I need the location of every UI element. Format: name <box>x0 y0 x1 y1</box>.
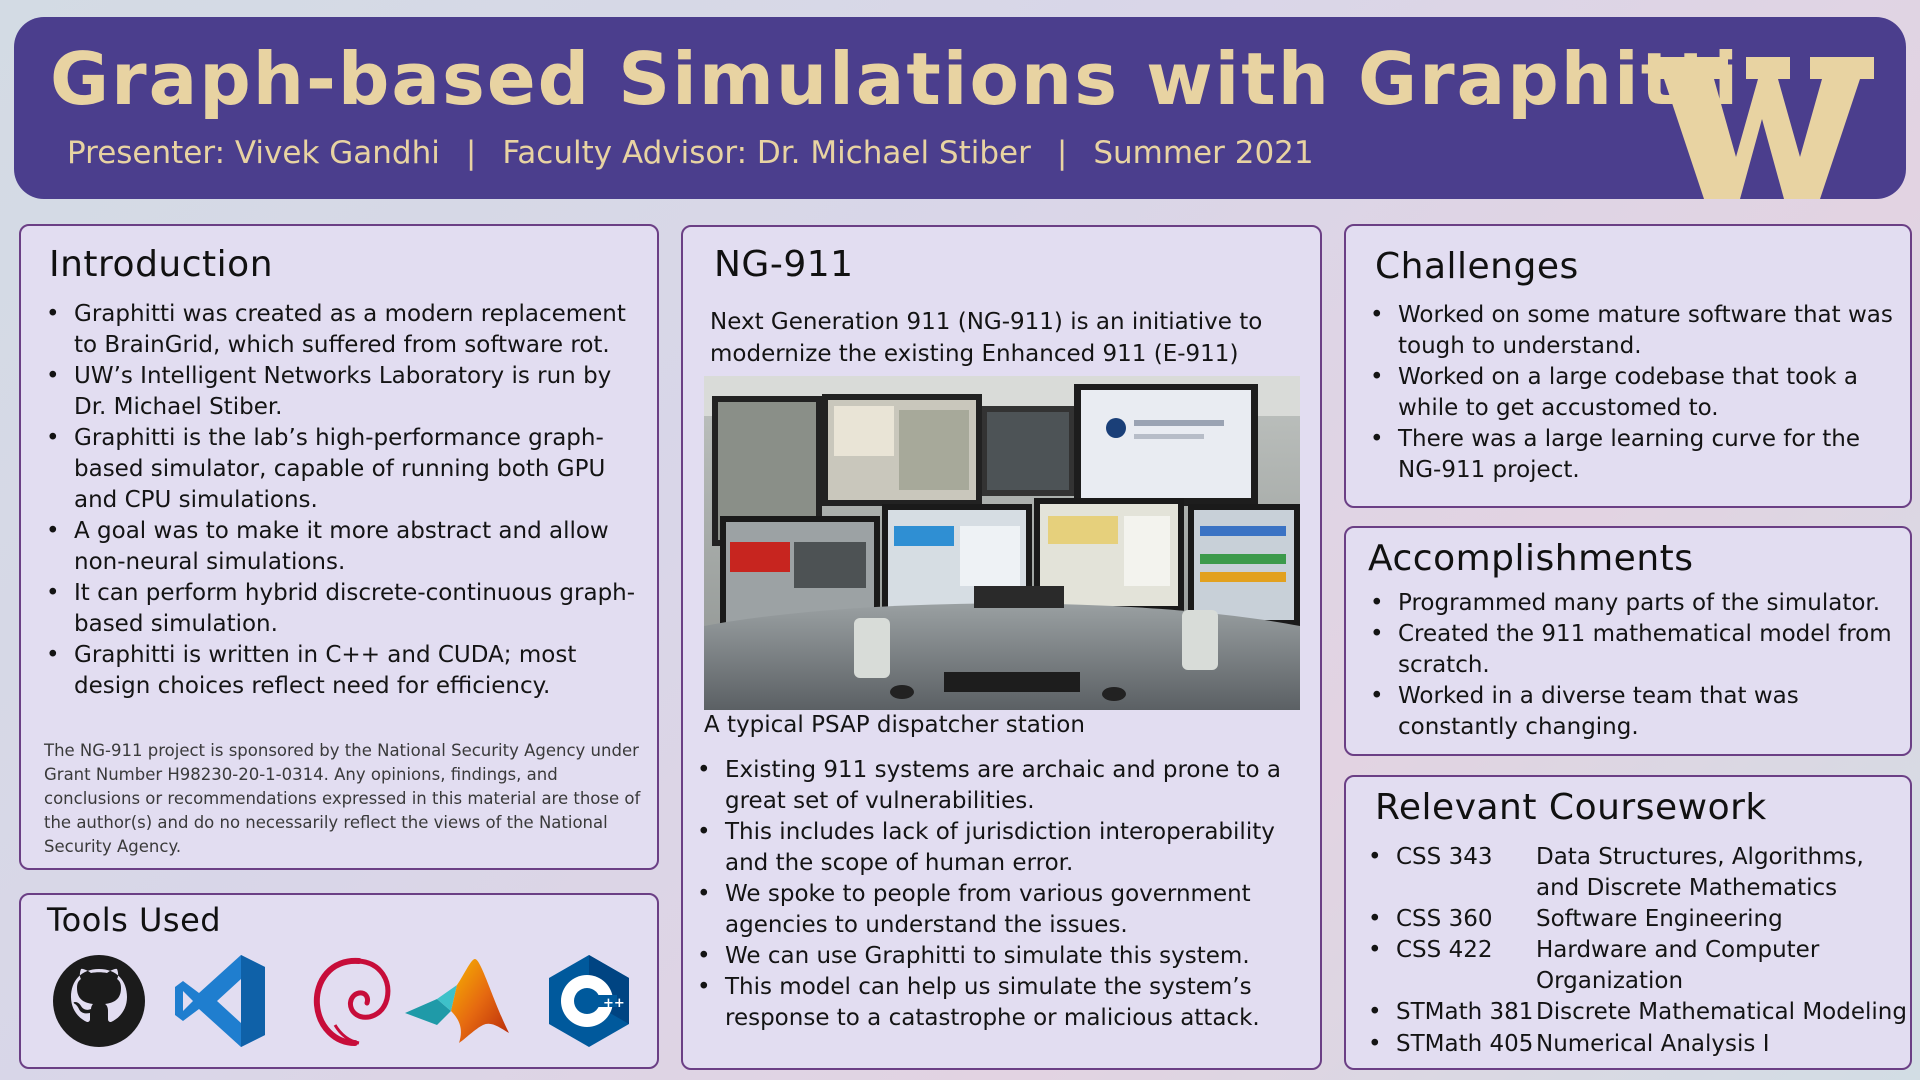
challenges-panel: Challenges Worked on some mature softwar… <box>1344 224 1912 508</box>
course-name: Software Engineering <box>1536 906 1783 932</box>
list-item: We can use Graphitti to simulate this sy… <box>695 941 1295 972</box>
ng911-list: Existing 911 systems are archaic and pro… <box>695 755 1295 1034</box>
term-text: Summer 2021 <box>1093 135 1314 171</box>
challenges-heading: Challenges <box>1375 246 1579 287</box>
ng911-panel: NG-911 Next Generation 911 (NG-911) is a… <box>681 225 1322 1070</box>
accomplishments-list: Programmed many parts of the simulator. … <box>1368 588 1898 743</box>
accomplishments-heading: Accomplishments <box>1368 538 1694 579</box>
list-item: Worked on a large codebase that took a w… <box>1368 362 1898 424</box>
svg-text:++: ++ <box>603 996 625 1011</box>
cpp-icon: ++ <box>549 955 629 1047</box>
matlab-icon <box>405 959 509 1043</box>
separator: | <box>1056 135 1068 171</box>
course-code: CSS 343 <box>1396 844 1493 870</box>
list-item: A goal was to make it more abstract and … <box>44 516 644 578</box>
github-icon <box>53 955 145 1047</box>
coursework-heading: Relevant Coursework <box>1375 787 1767 828</box>
poster-title: Graph-based Simulations with Graphitti <box>50 37 1741 121</box>
dispatcher-station-photo <box>704 376 1300 710</box>
list-item: Graphitti is written in C++ and CUDA; mo… <box>44 640 644 702</box>
list-item: There was a large learning curve for the… <box>1368 424 1898 486</box>
list-item: This includes lack of jurisdiction inter… <box>695 817 1295 879</box>
tools-heading: Tools Used <box>47 901 222 939</box>
course-code: CSS 360 <box>1396 906 1493 932</box>
list-item: Worked on some mature software that was … <box>1368 300 1898 362</box>
poster-subtitle: Presenter: Vivek Gandhi | Faculty Advisor:… <box>67 135 1314 171</box>
vscode-icon <box>175 955 265 1047</box>
debian-icon <box>313 957 391 1046</box>
list-item: Graphitti is the lab’s high-performance … <box>44 423 644 516</box>
introduction-heading: Introduction <box>49 244 274 285</box>
accomplishments-panel: Accomplishments Programmed many parts of… <box>1344 526 1912 756</box>
tools-panel: Tools Used ++ <box>19 893 659 1069</box>
presenter-text: Presenter: Vivek Gandhi <box>67 135 440 171</box>
ng911-heading: NG-911 <box>714 244 854 285</box>
course-name: Data Structures, Algorithms, and Discret… <box>1536 844 1864 901</box>
list-item: UW’s Intelligent Networks Laboratory is … <box>44 361 644 423</box>
list-item: Existing 911 systems are archaic and pro… <box>695 755 1295 817</box>
list-item: We spoke to people from various governme… <box>695 879 1295 941</box>
list-item: Graphitti was created as a modern replac… <box>44 299 644 361</box>
header-banner: Graph-based Simulations with Graphitti P… <box>14 17 1906 199</box>
separator: | <box>465 135 477 171</box>
list-item: Programmed many parts of the simulator. <box>1368 588 1898 619</box>
photo-caption: A typical PSAP dispatcher station <box>704 712 1085 738</box>
uw-logo <box>1650 57 1874 199</box>
introduction-panel: Introduction Graphitti was created as a … <box>19 224 659 870</box>
challenges-list: Worked on some mature software that was … <box>1368 300 1898 486</box>
advisor-text: Faculty Advisor: Dr. Michael Stiber <box>502 135 1031 171</box>
list-item: Created the 911 mathematical model from … <box>1368 619 1898 681</box>
coursework-panel: Relevant Coursework • CSS 343 Data Struc… <box>1344 775 1912 1070</box>
course-name: Numerical Analysis I <box>1536 1031 1770 1057</box>
introduction-list: Graphitti was created as a modern replac… <box>44 299 644 702</box>
list-item: Worked in a diverse team that was consta… <box>1368 681 1898 743</box>
list-item: This model can help us simulate the syst… <box>695 972 1295 1034</box>
sponsor-disclaimer: The NG-911 project is sponsored by the N… <box>44 741 641 856</box>
course-code: CSS 422 <box>1396 937 1493 963</box>
course-code: STMath 381 <box>1396 999 1534 1025</box>
list-item: It can perform hybrid discrete-continuou… <box>44 578 644 640</box>
course-code: STMath 405 <box>1396 1031 1534 1057</box>
course-name: Discrete Mathematical Modeling <box>1536 999 1907 1025</box>
course-name: Hardware and Computer Organization <box>1536 937 1820 994</box>
